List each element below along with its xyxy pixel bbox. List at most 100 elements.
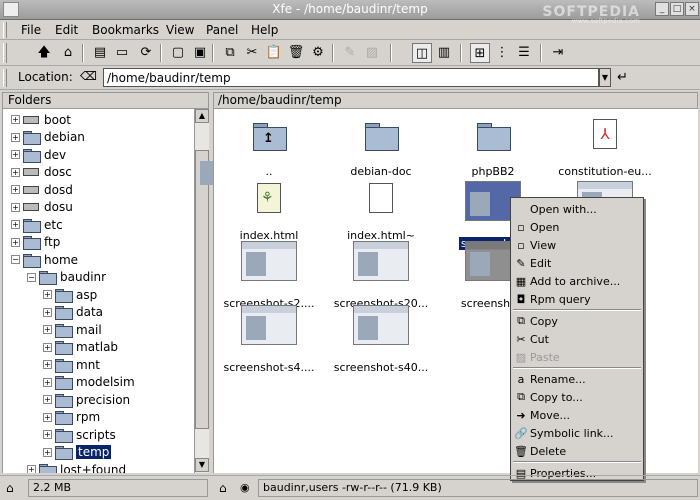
quit-icon[interactable]: ⇥ xyxy=(548,43,568,63)
copy-icon[interactable]: ⧉ xyxy=(220,43,240,63)
new-file-icon[interactable]: ▢ xyxy=(168,43,188,63)
edit-disabled-icon[interactable]: ✎ xyxy=(340,43,360,63)
tree-item-ftp[interactable]: + ftp xyxy=(11,234,60,251)
tree-item-dosc[interactable]: + dosc xyxy=(11,164,72,181)
context-menu-open[interactable]: ▫ Open xyxy=(512,218,643,236)
file-item[interactable]: screenshot-s4.... xyxy=(214,305,324,374)
expand-icon[interactable]: + xyxy=(43,360,52,369)
context-menu-rpm-query[interactable]: ◘ Rpm query xyxy=(512,290,643,308)
tree-item-etc[interactable]: + etc xyxy=(11,216,63,233)
file-item[interactable]: phpBB2 xyxy=(438,117,548,178)
status-filter-icon[interactable]: ◉ xyxy=(240,481,250,494)
tree-scrollbar[interactable]: ▲ ▼ xyxy=(194,109,220,473)
context-menu-copy-to[interactable]: ⧉ Copy to... xyxy=(512,388,643,406)
file-item[interactable]: ⅄ constitution-eu... xyxy=(550,117,660,178)
menu-file[interactable]: File xyxy=(21,23,41,37)
home-icon[interactable]: ⌂ xyxy=(58,43,78,63)
tree-item-dosd[interactable]: + dosd xyxy=(11,181,73,198)
file-item[interactable]: screenshot-s2.... xyxy=(214,241,324,310)
menu-help[interactable]: Help xyxy=(251,23,278,37)
toolbar-grip[interactable] xyxy=(3,43,7,63)
files-home-icon[interactable]: ⌂ xyxy=(219,481,227,495)
tree-item-scripts[interactable]: + scripts xyxy=(43,426,116,443)
one-panel-icon[interactable]: ▥ xyxy=(434,43,454,63)
context-menu-cut[interactable]: ✂ Cut xyxy=(512,330,643,348)
file-item[interactable]: ↥.. xyxy=(214,117,324,178)
file-item[interactable]: debian-doc xyxy=(326,117,436,178)
tree-item-data[interactable]: + data xyxy=(43,304,103,321)
tree-item-matlab[interactable]: + matlab xyxy=(43,339,118,356)
expand-icon[interactable]: + xyxy=(11,150,20,159)
tree-item-baudinr[interactable]: − baudinr xyxy=(27,269,106,286)
scroll-up-icon[interactable]: ▲ xyxy=(195,109,209,123)
tree-item-temp[interactable]: + temp xyxy=(43,444,112,461)
tree-item-dev[interactable]: + dev xyxy=(11,146,66,163)
tree-item-modelsim[interactable]: + modelsim xyxy=(43,374,135,391)
location-dropdown-icon[interactable]: ▼ xyxy=(599,68,611,87)
expand-icon[interactable]: + xyxy=(43,447,52,457)
up-arrow-icon[interactable]: 🡅 xyxy=(34,43,54,63)
expand-icon[interactable]: + xyxy=(43,395,52,404)
tree-home-icon[interactable]: ⌂ xyxy=(6,481,14,495)
tree-item-mnt[interactable]: + mnt xyxy=(43,356,100,373)
two-panels-icon[interactable]: ◫ xyxy=(412,43,432,63)
tree-item-home[interactable]: − home xyxy=(11,251,78,268)
clear-location-icon[interactable]: ⌫ xyxy=(80,69,97,85)
locationbar-grip[interactable] xyxy=(3,69,7,87)
context-menu-edit[interactable]: ✎ Edit xyxy=(512,254,643,272)
menu-view[interactable]: View xyxy=(166,23,194,37)
scroll-thumb[interactable] xyxy=(195,150,220,429)
new-folder-icon[interactable]: ▣ xyxy=(190,43,210,63)
expand-icon[interactable]: + xyxy=(11,115,20,124)
tree-item-precision[interactable]: + precision xyxy=(43,391,130,408)
tree-item-lost-found[interactable]: + lost+found xyxy=(27,461,126,473)
expand-icon[interactable]: + xyxy=(11,202,20,212)
expand-icon[interactable]: + xyxy=(43,325,52,334)
scroll-down-icon[interactable]: ▼ xyxy=(195,458,209,472)
expand-icon[interactable]: + xyxy=(11,167,20,177)
big-icons-icon[interactable]: ⊞ xyxy=(470,43,490,63)
menu-bookmarks[interactable]: Bookmarks xyxy=(92,23,159,37)
tree-item-rpm[interactable]: + rpm xyxy=(43,409,100,426)
refresh-icon[interactable]: ⟳ xyxy=(136,43,156,63)
drive-icon[interactable]: ▭ xyxy=(112,43,132,63)
maximize-icon[interactable]: □ xyxy=(670,2,684,16)
tree-item-asp[interactable]: + asp xyxy=(43,286,97,303)
tree-item-boot[interactable]: + boot xyxy=(11,111,71,128)
file-item[interactable]: index.html xyxy=(214,181,324,242)
expand-icon[interactable]: + xyxy=(43,290,52,299)
tree-item-mail[interactable]: + mail xyxy=(43,321,102,338)
expand-icon[interactable]: + xyxy=(43,342,52,352)
location-input[interactable] xyxy=(103,68,599,87)
delete-icon[interactable]: 🗑 xyxy=(286,43,306,63)
context-menu-add-to-archive[interactable]: ▦ Add to archive... xyxy=(512,272,643,290)
menu-edit[interactable]: Edit xyxy=(55,23,78,37)
tree-item-debian[interactable]: + debian xyxy=(11,129,85,146)
file-item[interactable]: screenshot-s20... xyxy=(326,241,436,310)
menu-panel[interactable]: Panel xyxy=(206,23,238,37)
paste-icon[interactable]: 📋 xyxy=(264,43,284,63)
expand-icon[interactable]: + xyxy=(43,307,52,317)
expand-icon[interactable]: + xyxy=(43,377,52,387)
context-menu-paste[interactable]: ▨ Paste xyxy=(512,348,643,366)
collapse-icon[interactable]: − xyxy=(11,255,20,264)
close-icon[interactable]: × xyxy=(685,2,699,16)
expand-icon[interactable]: + xyxy=(27,465,36,473)
file-item[interactable]: screenshot-s40... xyxy=(326,305,436,374)
context-menu-view[interactable]: ▫ View xyxy=(512,236,643,254)
paste-disabled-icon[interactable]: ▨ xyxy=(362,43,382,63)
expand-icon[interactable]: + xyxy=(11,237,20,247)
expand-icon[interactable]: + xyxy=(43,430,52,439)
expand-icon[interactable]: + xyxy=(11,132,20,142)
tree-item-dosu[interactable]: + dosu xyxy=(11,199,73,216)
context-menu-rename[interactable]: a Rename... xyxy=(512,370,643,388)
context-menu-delete[interactable]: 🗑 Delete xyxy=(512,442,643,460)
context-menu-symbolic-link[interactable]: 🔗 Symbolic link... xyxy=(512,424,643,442)
menubar-grip[interactable] xyxy=(3,22,7,38)
context-menu-move[interactable]: ➜ Move... xyxy=(512,406,643,424)
minimize-icon[interactable]: _ xyxy=(655,2,669,16)
cut-icon[interactable]: ✂ xyxy=(242,43,262,63)
terminal-icon[interactable]: ▤ xyxy=(90,43,110,63)
detailed-view-icon[interactable]: ☰ xyxy=(514,43,534,63)
go-location-icon[interactable]: ↵ xyxy=(617,70,628,85)
